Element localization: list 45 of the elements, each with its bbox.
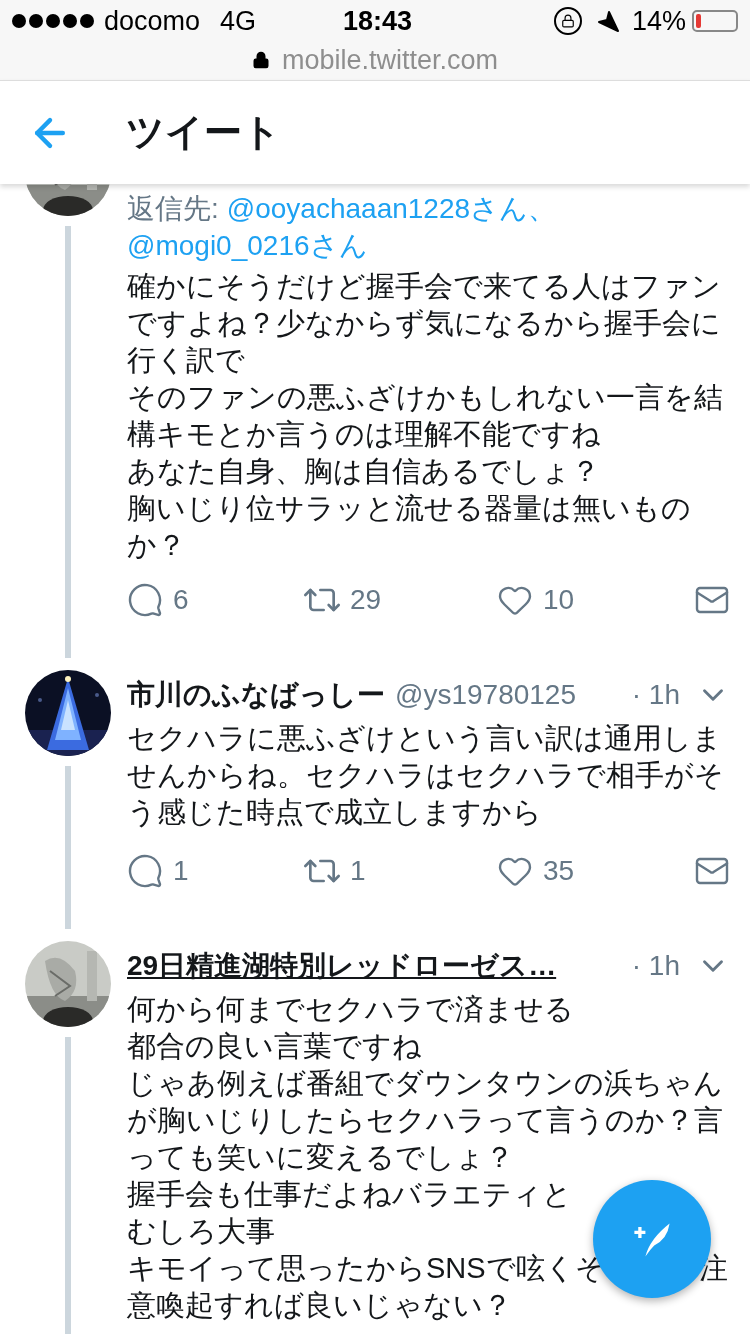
tweet-text: 確かにそうだけど握手会で来てる人はファン xyxy=(127,269,721,304)
carrier-name: docomo xyxy=(104,4,201,38)
battery-percent: 14% xyxy=(631,4,686,38)
battery-icon xyxy=(692,10,738,32)
tweet-text: そのファンの悪ふざけかもしれない一言を結 xyxy=(127,380,723,415)
reply-count: 1 xyxy=(173,854,189,888)
tweet-text: 握手会も仕事だよねバラエティと xyxy=(127,1177,572,1212)
tweet-text: あなた自身、胸は自信あるでしょ？ xyxy=(127,454,600,489)
tweet-text: っても笑いに変えるでしょ？ xyxy=(127,1140,514,1175)
reply-count: 6 xyxy=(173,583,189,617)
tweet-text: 何から何までセクハラで済ませる xyxy=(127,992,574,1027)
tweet-text: 行く訳で xyxy=(127,343,245,378)
tweet-text: か？ xyxy=(127,528,186,563)
tweet-time: · 1h xyxy=(631,949,680,983)
clock: 18:43 xyxy=(343,4,413,38)
user-name[interactable]: 市川のふなばっしー xyxy=(127,674,385,716)
tweet-text: 意喚起すれば良いじゃない？ xyxy=(127,1288,512,1323)
retweet-count: 29 xyxy=(350,583,382,617)
tweet-time: · 1h xyxy=(631,678,680,712)
reply-label: 返信先: xyxy=(127,193,219,224)
reply-icon[interactable] xyxy=(127,853,163,889)
signal-icon xyxy=(12,14,94,28)
network-type: 4G xyxy=(220,4,257,38)
lock-icon xyxy=(251,51,270,69)
user-name[interactable]: 29日精進湖特別レッドローゼス… xyxy=(127,945,557,987)
tweet-text: せんからね。セクハラはセクハラで相手がそ xyxy=(127,758,724,793)
page-url: mobile.twitter.com xyxy=(281,43,499,77)
tweet-text: ですよね？少なからず気になるから握手会に xyxy=(127,306,721,341)
tweet-text: キモイって思ったからSNSで呟くそ xyxy=(127,1251,605,1286)
page-title: ツイート xyxy=(126,110,281,155)
like-count: 10 xyxy=(543,583,575,617)
like-count: 35 xyxy=(543,854,575,888)
tweet-text: 構キモとか言うのは理解不能ですね xyxy=(127,417,601,452)
tweet-text: う感じた時点で成立しますから xyxy=(127,795,542,830)
tweet-text: じゃあ例えば番組でダウンタウンの浜ちゃん xyxy=(127,1066,723,1101)
retweet-count: 1 xyxy=(350,854,366,888)
tweet-text: 胸いじり位サラッと流せる器量は無いもの xyxy=(127,491,691,526)
user-handle: @ys19780125 xyxy=(395,678,576,712)
location-icon xyxy=(595,9,620,33)
rotation-lock-icon xyxy=(553,7,582,35)
tweet-text: 都合の良い言葉ですね xyxy=(127,1029,422,1064)
reply-icon[interactable] xyxy=(127,582,163,618)
tweet-text: が胸いじりしたらセクハラって言うのか？言 xyxy=(127,1103,723,1138)
tweet-text: セクハラに悪ふざけという言い訳は通用しま xyxy=(127,721,722,756)
tweet-text: むしろ大事 xyxy=(127,1214,275,1249)
